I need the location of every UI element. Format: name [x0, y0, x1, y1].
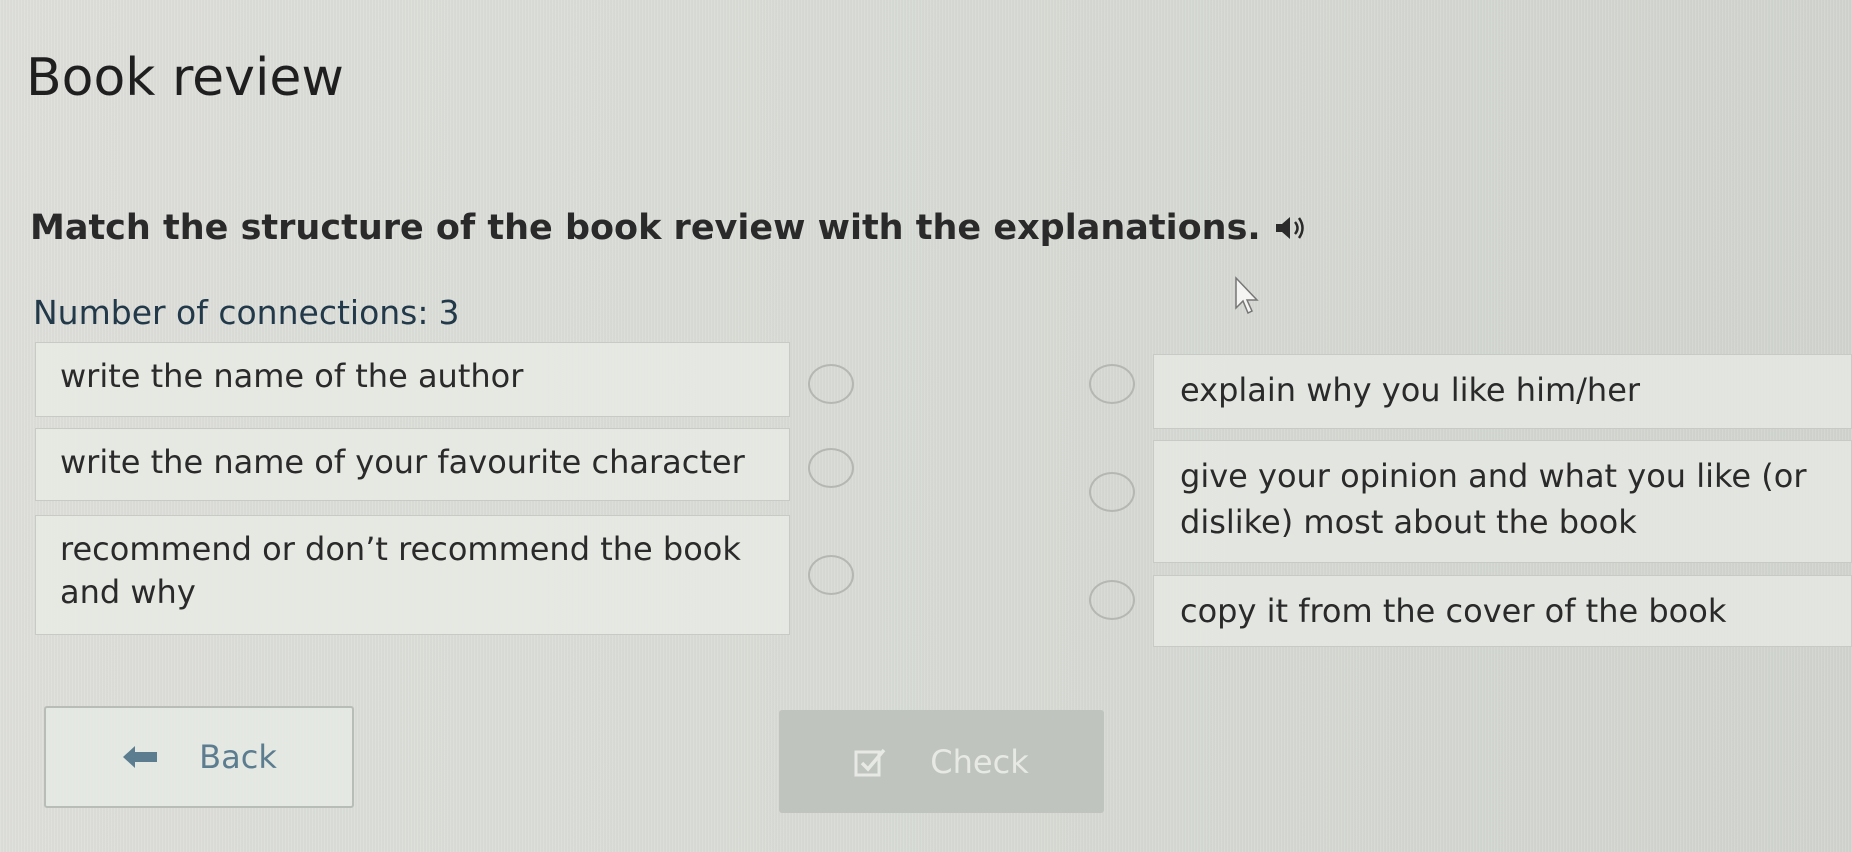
arrow-left-icon: [121, 744, 159, 770]
left-item-line: and why: [60, 573, 196, 612]
right-item-line: dislike) most about the book: [1180, 503, 1637, 542]
page-title: Book review: [26, 48, 344, 108]
back-button-label: Back: [199, 738, 277, 776]
left-item-line: write the name of your favourite charact…: [60, 443, 745, 481]
left-connector-dot-3[interactable]: [808, 555, 854, 595]
checkbox-icon: [854, 747, 886, 777]
left-item-line: recommend or don’t recommend the book: [60, 530, 741, 568]
connections-counter: Number of connections: 3: [33, 293, 459, 332]
instruction-text: Match the structure of the book review w…: [30, 208, 1261, 248]
right-item-copy[interactable]: copy it from the cover of the book: [1153, 575, 1852, 647]
connections-count: 3: [438, 293, 460, 332]
left-item-recommend[interactable]: recommend or don’t recommend the book an…: [35, 515, 790, 635]
right-connector-dot-2[interactable]: [1089, 472, 1135, 512]
check-button-label: Check: [930, 742, 1029, 781]
left-item-author[interactable]: write the name of the author: [35, 342, 790, 417]
check-button[interactable]: Check: [779, 710, 1104, 813]
left-item-line: write the name of the author: [60, 357, 524, 395]
right-connector-dot-3[interactable]: [1089, 580, 1135, 620]
right-item-line: give your opinion and what you like (or: [1180, 457, 1807, 495]
left-item-character[interactable]: write the name of your favourite charact…: [35, 428, 790, 501]
back-button[interactable]: Back: [44, 706, 354, 808]
left-connector-dot-2[interactable]: [808, 448, 854, 488]
right-item-line: explain why you like him/her: [1180, 371, 1641, 409]
right-item-explain[interactable]: explain why you like him/her: [1153, 354, 1852, 429]
left-connector-dot-1[interactable]: [808, 364, 854, 404]
right-item-opinion[interactable]: give your opinion and what you like (or …: [1153, 440, 1852, 563]
speaker-icon[interactable]: [1273, 213, 1309, 243]
instruction: Match the structure of the book review w…: [30, 208, 1309, 248]
connections-label: Number of connections:: [33, 293, 429, 332]
mouse-cursor-icon: [1234, 276, 1260, 318]
right-connector-dot-1[interactable]: [1089, 364, 1135, 404]
right-item-line: copy it from the cover of the book: [1180, 592, 1727, 630]
